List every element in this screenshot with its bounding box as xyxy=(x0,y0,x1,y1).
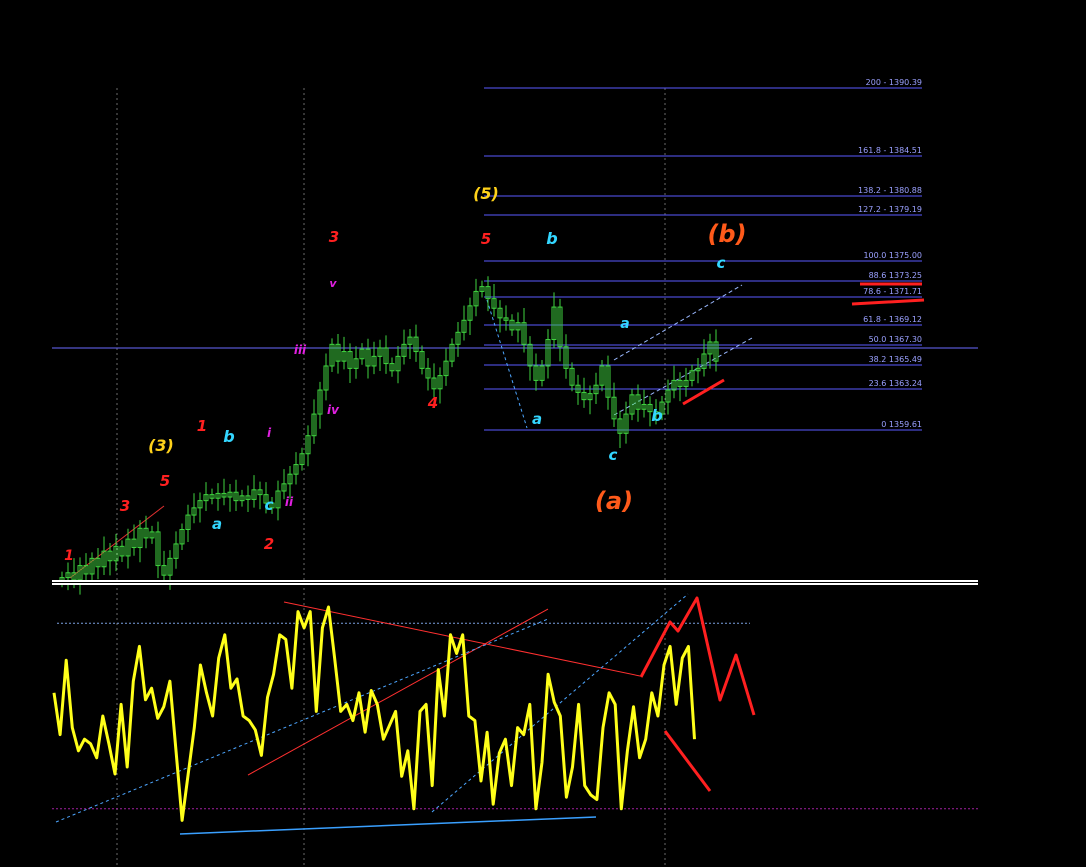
wave-label: a xyxy=(620,316,629,332)
fib-level-label: 161.8 - 1384.51 xyxy=(858,146,922,155)
wave-label: 3 xyxy=(329,228,339,246)
fib-level-label: 88.6 1373.25 xyxy=(869,271,922,280)
wave-label: (b) xyxy=(707,220,746,248)
wave-label: a xyxy=(532,410,542,428)
wave-label: v xyxy=(329,277,337,290)
fib-level-label: 61.8 - 1369.12 xyxy=(863,315,922,324)
wave-label: 5 xyxy=(160,472,170,490)
wave-label: (3) xyxy=(148,436,174,455)
fib-level-label: 50.0 1367.30 xyxy=(869,335,922,344)
wave-label: c xyxy=(609,446,618,464)
wave-label: 5 xyxy=(481,230,491,248)
wave-label: iv xyxy=(327,403,340,417)
wave-label: (a) xyxy=(595,487,633,515)
wave-label: b xyxy=(546,229,557,248)
fib-level-label: 23.6 1363.24 xyxy=(869,379,922,388)
panel-separator xyxy=(52,580,978,585)
fib-level-label: 38.2 1365.49 xyxy=(869,355,922,364)
fib-level-label: 0 1359.61 xyxy=(881,420,922,429)
wave-label: b xyxy=(223,427,234,446)
wave-label: c xyxy=(717,254,726,272)
fib-level-label: 78.6 - 1371.71 xyxy=(863,287,922,296)
wave-label: (5) xyxy=(473,184,499,203)
panel-divider xyxy=(52,582,978,583)
wave-label: a xyxy=(212,515,222,533)
chart-canvas: 200 - 1390.39 161.8 - 1384.51 138.2 - 1380… xyxy=(0,0,1086,867)
wave-label: c xyxy=(265,496,274,514)
fib-level-label: 127.2 - 1379.19 xyxy=(858,205,922,214)
fib-level-label: 138.2 - 1380.88 xyxy=(858,186,922,195)
wave-label: 3 xyxy=(120,497,130,515)
wave-label: 4 xyxy=(427,394,438,412)
wave-label: iii xyxy=(294,343,307,357)
wave-label: 1 xyxy=(197,417,207,435)
fib-level-label: 200 - 1390.39 xyxy=(866,78,922,87)
wave-label: b xyxy=(651,406,662,425)
fib-level-label: 100.0 1375.00 xyxy=(863,251,922,260)
wave-label: ii xyxy=(285,495,294,509)
wave-label: 2 xyxy=(264,535,274,553)
wave-label: 1 xyxy=(64,548,74,564)
